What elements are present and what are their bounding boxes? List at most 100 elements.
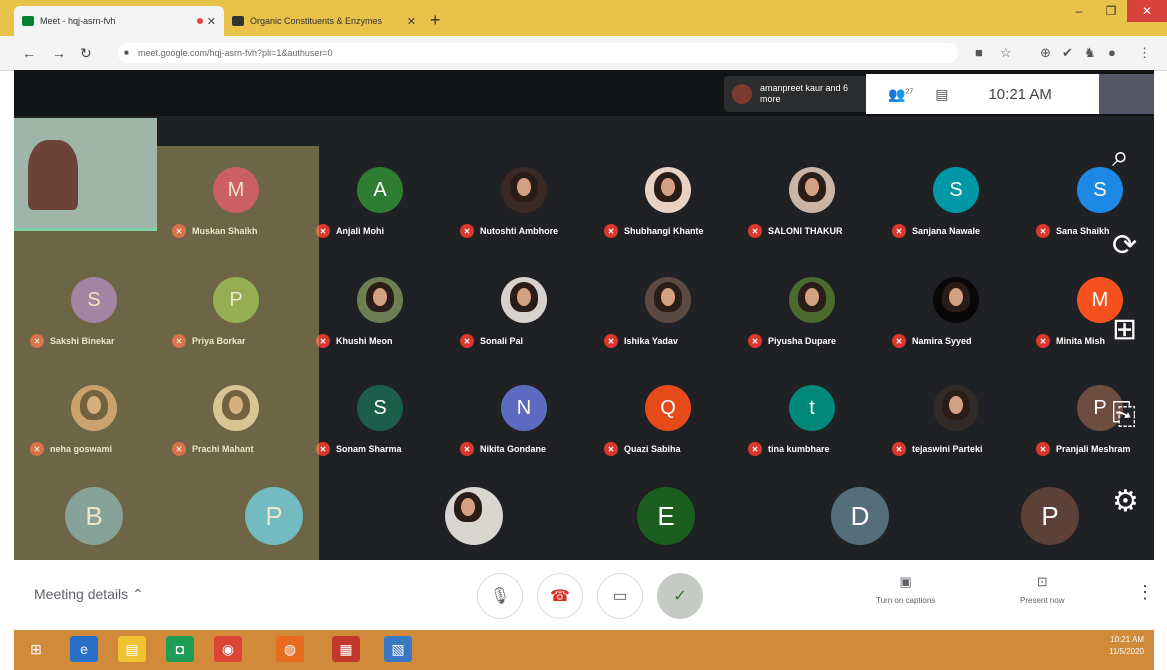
microphone-icon: 🎙 <box>489 588 511 605</box>
self-thumbnail[interactable] <box>1099 74 1154 114</box>
presenter-chip[interactable]: amanpreet kaur and 6 more <box>724 76 869 112</box>
star-icon[interactable]: ☆ <box>1000 45 1012 61</box>
participant-tile[interactable]: t ✕ tina kumbhare <box>742 360 882 460</box>
url-text: meet.google.com/hqj-asrn-fvh?pli=1&authu… <box>138 48 333 58</box>
devices-icon[interactable]: ⎘ <box>1112 398 1136 432</box>
mic-muted-icon: ✕ <box>1036 334 1050 348</box>
extension-icon[interactable]: ⊕ <box>1040 45 1051 61</box>
participant-nametag: ✕ Nutoshti Ambhore <box>460 224 558 238</box>
participant-tile[interactable]: N ✕ Nikita Gondane <box>454 360 594 460</box>
file-explorer-icon[interactable]: ▤ <box>118 636 146 662</box>
participant-tile[interactable]: ✕ SALONI THAKUR <box>742 142 882 242</box>
avatar <box>501 167 547 213</box>
minimize-icon[interactable]: – <box>1063 0 1095 22</box>
participant-name: Ishika Yadav <box>624 336 678 346</box>
mic-muted-icon: ✕ <box>604 224 618 238</box>
participant-nametag: ✕ Namira Syyed <box>892 334 972 348</box>
tab-organic[interactable]: Organic Constituents & Enzymes ✕ <box>224 6 424 36</box>
tab-meet[interactable]: Meet - hqj-asrn-fvh ✕ <box>14 6 224 36</box>
presenter-chip-text: amanpreet kaur and 6 more <box>760 83 849 104</box>
pdf-icon[interactable]: ▦ <box>332 636 360 662</box>
participant-name: Anjali Mohi <box>336 226 384 236</box>
camera-button[interactable]: ▭ <box>597 573 643 619</box>
settings-gear-icon[interactable]: ⚙ <box>1112 484 1139 519</box>
search-icon[interactable]: ⌕ <box>1112 140 1129 174</box>
mic-muted-icon: ✕ <box>748 224 762 238</box>
participant-tile[interactable]: ✕ Ishika Yadav <box>598 252 738 352</box>
back-icon[interactable]: ← <box>22 45 36 61</box>
participant-tile[interactable]: S ✕ Sana Shaikh <box>1030 142 1167 242</box>
avatar-photo-face <box>661 178 675 196</box>
check-extension-icon[interactable]: ✔ <box>1062 45 1073 61</box>
participant-tile[interactable]: P ✕ Pranjali Meshram <box>1030 360 1167 460</box>
app-icon[interactable]: ◘ <box>166 636 194 662</box>
participant-tile[interactable]: Q ✕ Quazi Sabiha <box>598 360 738 460</box>
participant-nametag: ✕ Sana Shaikh <box>1036 224 1110 238</box>
start-icon[interactable]: ⊞ <box>22 636 50 662</box>
avatar <box>645 167 691 213</box>
camera-icon[interactable]: ■ <box>975 45 983 60</box>
meet-favicon-icon <box>22 16 34 26</box>
participant-tile[interactable]: S ✕ Sanjana Nawale <box>886 142 1026 242</box>
participant-name: SALONI THAKUR <box>768 226 843 236</box>
participant-tile[interactable]: P✕Pradnya Gayakwad <box>980 468 1120 600</box>
close-tab-icon[interactable]: ✕ <box>407 15 416 28</box>
close-tab-icon[interactable]: ✕ <box>207 15 216 28</box>
paint-icon[interactable]: ▧ <box>384 636 412 662</box>
close-window-icon[interactable]: ✕ <box>1127 0 1167 22</box>
participant-nametag: ✕ Anjali Mohi <box>316 224 384 238</box>
avatar-photo-face <box>373 288 387 306</box>
puzzle-icon[interactable]: ♞ <box>1084 45 1096 61</box>
participant-tile[interactable]: D✕Divya Telghare <box>790 468 930 600</box>
participant-tile[interactable]: ✕ Nutoshti Ambhore <box>454 142 594 242</box>
new-tab-button[interactable]: + <box>430 10 441 31</box>
chrome-icon[interactable]: ◉ <box>214 636 242 662</box>
participant-nametag: ✕ Sonali Pal <box>460 334 523 348</box>
participant-name: Sana Shaikh <box>1056 226 1110 236</box>
participant-name: Shubhangi Khante <box>624 226 704 236</box>
lock-icon: ■ <box>124 48 129 57</box>
participant-tile[interactable]: ✕ Piyusha Dupare <box>742 252 882 352</box>
participant-tile[interactable]: M ✕ Minita Mish <box>1030 252 1167 352</box>
reload-icon[interactable]: ↻ <box>80 45 92 62</box>
profile-avatar-icon[interactable]: ● <box>1108 45 1116 60</box>
meeting-details-button[interactable]: Meeting details ⌃ <box>34 586 144 603</box>
more-options-icon[interactable]: ⋮ <box>1136 582 1154 603</box>
chat-icon[interactable]: ▤ <box>935 86 948 103</box>
participant-tile[interactable]: ✕ tejaswini Parteki <box>886 360 1026 460</box>
leave-call-button[interactable]: ☎ <box>537 573 583 619</box>
participant-tile[interactable]: ✕ Shubhangi Khante <box>598 142 738 242</box>
maximize-icon[interactable]: ❐ <box>1095 0 1127 22</box>
system-tray[interactable]: 10:21 AM 11/5/2020 <box>1109 634 1144 658</box>
forward-icon[interactable]: → <box>52 45 66 61</box>
participant-name: Namira Syyed <box>912 336 972 346</box>
participant-tile[interactable]: ✕ Sonali Pal <box>454 252 594 352</box>
mic-muted-icon: ✕ <box>460 334 474 348</box>
participant-nametag: ✕ SALONI THAKUR <box>748 224 843 238</box>
share-icon[interactable]: ⟳ <box>1112 228 1137 263</box>
windows-icon[interactable]: ⊞ <box>1112 312 1137 347</box>
people-icon[interactable]: 👥27 <box>888 86 913 103</box>
participant-tile[interactable]: ✕sambodhi meshram <box>404 468 544 600</box>
participant-tile[interactable]: S ✕ Sonam Sharma <box>310 360 450 460</box>
participant-name: Sanjana Nawale <box>912 226 981 236</box>
url-field[interactable]: ■ meet.google.com/hqj-asrn-fvh?pli=1&aut… <box>118 43 958 63</box>
participant-tile[interactable]: ✕ Khushi Meon <box>310 252 450 352</box>
participant-tile[interactable]: E✕Esha Zunke <box>596 468 736 600</box>
self-video-person <box>28 140 78 210</box>
participant-tile[interactable]: ✕ Namira Syyed <box>886 252 1026 352</box>
avatar <box>357 277 403 323</box>
avatar: E <box>637 487 695 545</box>
ie-icon[interactable]: e <box>70 636 98 662</box>
firefox-icon[interactable]: ◍ <box>276 636 304 662</box>
self-video-tile[interactable] <box>14 118 157 231</box>
menu-kebab-icon[interactable]: ⋮ <box>1138 45 1151 61</box>
avatar-photo-face <box>805 178 819 196</box>
participant-tile[interactable]: A ✕ Anjali Mohi <box>310 142 450 242</box>
participant-nametag: ✕ Shubhangi Khante <box>604 224 704 238</box>
presenting-button[interactable]: ✓ <box>657 573 703 619</box>
hang-up-icon: ☎ <box>550 588 570 605</box>
captions-button[interactable]: ▣ Turn on captions <box>876 574 935 605</box>
present-now-button[interactable]: ⊡ Present now <box>1020 574 1064 605</box>
microphone-button[interactable]: 🎙 <box>477 573 523 619</box>
